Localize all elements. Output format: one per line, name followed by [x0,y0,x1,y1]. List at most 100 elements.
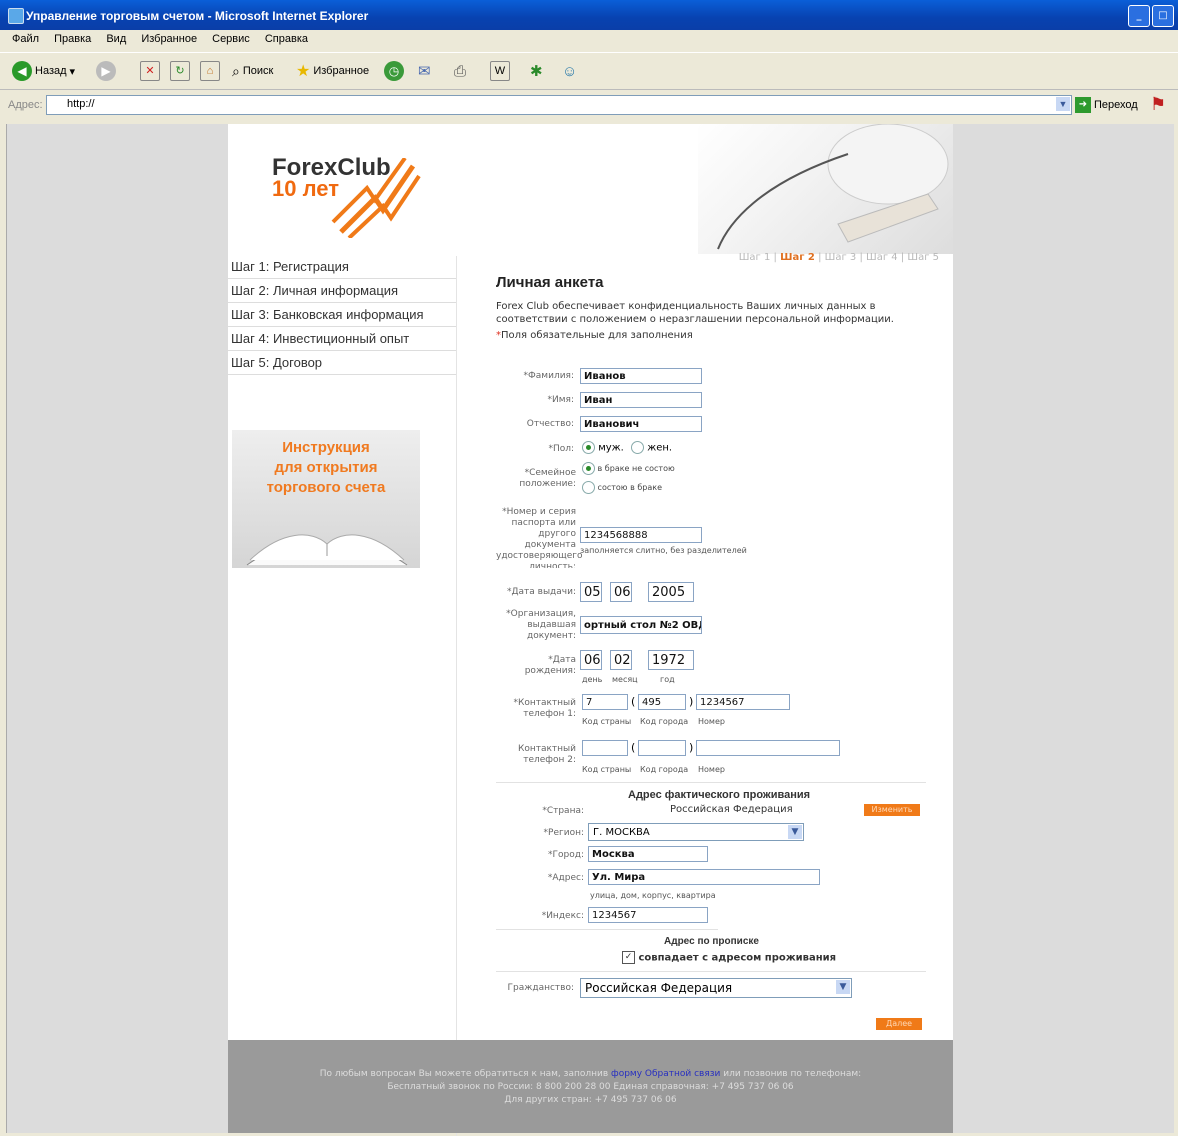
forward-button[interactable]: ▶ [96,59,116,83]
sex-male-radio[interactable] [582,441,595,454]
address-section-title: Адрес фактического проживания [628,789,811,801]
address-input[interactable]: http:// ▼ [46,95,1072,115]
street-label: *Адрес: [547,873,584,883]
citizenship-select[interactable]: Российская Федерация ▼ [580,978,852,998]
chevron-down-icon[interactable]: ▼ [836,980,850,994]
same-address-checkbox-row[interactable]: ✓ совпадает с адресом проживания [622,951,836,964]
sex-female-radio[interactable] [631,441,645,454]
menu-file[interactable]: Файл [12,33,39,45]
phone1-city-input[interactable]: 495 [638,694,686,710]
hint-month: месяц [612,675,638,684]
change-country-button[interactable]: Изменить [864,804,920,816]
nav-step-2[interactable]: Шаг 2: Личная информация [228,280,456,303]
phone2-country-input[interactable] [582,740,628,756]
lastname-label: *Фамилия: [523,371,574,381]
next-button[interactable]: Далее [876,1018,922,1030]
minimize-button[interactable]: _ [1128,5,1150,27]
refresh-button[interactable]: ↻ [170,59,190,83]
discuss-button[interactable]: ✱ [530,59,543,83]
menu-help[interactable]: Справка [265,33,308,45]
menu-tools[interactable]: Сервис [212,33,250,45]
page-title: Личная анкета [496,274,604,291]
marital-label-line-1: *Семейное [524,468,576,478]
chevron-down-icon[interactable]: ▼ [1056,97,1070,111]
menu-view[interactable]: Вид [106,33,126,45]
menu-bar: Файл Правка Вид Избранное Сервис Справка [0,30,1178,50]
section-divider [496,971,926,972]
issue-year-input[interactable]: 2005 [648,582,694,602]
edit-button[interactable]: W [490,59,510,83]
menu-favorites[interactable]: Избранное [141,33,197,45]
birth-month-input[interactable]: 02 [610,650,632,670]
printer-icon: ⎙ [454,62,467,80]
header-mouse-image [698,123,953,254]
checkbox-checked-icon[interactable]: ✓ [622,951,635,964]
street-input[interactable]: Ул. Мира [588,869,820,885]
instruction-line-3: торгового счета [266,479,386,496]
history-button[interactable]: ◷ [384,59,404,83]
marital-married-radio[interactable] [582,481,595,494]
lastname-input[interactable]: Иванов [580,368,702,384]
menu-edit[interactable]: Правка [54,33,91,45]
search-button[interactable]: ⌕ Поиск [232,59,273,83]
phone1-label-line-1: *Контактный [513,698,576,708]
phone2-city-input[interactable] [638,740,686,756]
column-divider [456,256,457,1136]
open-book-icon [246,534,408,566]
passport-label-line-4: документа [524,540,576,550]
go-button[interactable]: Переход [1094,99,1138,111]
patronymic-input[interactable]: Иванович [580,416,702,432]
phone1-number-input[interactable]: 1234567 [696,694,790,710]
feedback-link[interactable]: форму Обратной связи [611,1069,720,1079]
acrobat-icon[interactable]: ⚑ [1150,94,1166,115]
issue-day-input[interactable]: 05 [580,582,602,602]
marital-label-line-2: положение: [519,479,576,489]
marital-option-married[interactable]: состою в браке [582,481,662,494]
issue-month-input[interactable]: 06 [610,582,632,602]
city-input[interactable]: Москва [588,846,708,862]
nav-step-3[interactable]: Шаг 3: Банковская информация [228,304,456,327]
marital-single-radio[interactable] [582,462,595,475]
home-button[interactable]: ⌂ [200,59,220,83]
zip-input[interactable]: 1234567 [588,907,708,923]
zip-label: *Индекс: [541,911,584,921]
print-button[interactable]: ⎙ [454,59,466,83]
star-icon: ★ [296,63,311,80]
passport-input[interactable]: 1234568888 [580,527,702,543]
same-address-label: совпадает с адресом проживания [638,952,837,964]
phone1-label-line-2: телефон 1: [523,709,576,719]
footer-line-1: По любым вопросам Вы можете обратиться к… [228,1068,953,1080]
phone1-country-input[interactable]: 7 [582,694,628,710]
paren-close: ) [689,695,694,708]
back-button[interactable]: ◀ Назад ▾ [12,59,75,83]
step-1-link[interactable]: Шаг 1 [739,252,771,263]
chevron-down-icon[interactable]: ▼ [788,825,802,839]
step-4-link[interactable]: Шаг 4 [866,252,898,263]
mail-button[interactable]: ✉ [418,59,431,83]
issuer-input[interactable]: ортный стол №2 ОВД Цен [580,616,702,634]
nav-step-5[interactable]: Шаг 5: Договор [228,352,456,375]
maximize-button[interactable]: □ [1152,5,1174,27]
phone2-number-input[interactable] [696,740,840,756]
region-select[interactable]: Г. МОСКВА ▼ [588,823,804,841]
region-label: *Регион: [543,828,584,838]
street-hint: улица, дом, корпус, квартира [590,891,716,900]
go-arrow-icon[interactable]: ➜ [1075,97,1091,113]
instruction-text: Инструкция для открытия торгового счета [232,438,420,498]
nav-step-1[interactable]: Шаг 1: Регистрация [228,256,456,279]
birth-day-input[interactable]: 06 [580,650,602,670]
birth-year-input[interactable]: 1972 [648,650,694,670]
stop-button[interactable]: ✕ [140,59,160,83]
favorites-button[interactable]: ★ Избранное [296,59,369,83]
step-3-link[interactable]: Шаг 3 [825,252,857,263]
instruction-banner[interactable]: Инструкция для открытия торгового счета [232,430,420,568]
firstname-input[interactable]: Иван [580,392,702,408]
marital-option-single[interactable]: в браке не состою [582,462,675,475]
passport-hint: заполняется слитно, без разделителей [580,546,747,555]
chevron-down-icon: ▾ [69,65,76,78]
messenger-button[interactable]: ☺ [562,59,577,83]
nav-step-4[interactable]: Шаг 4: Инвестиционный опыт [228,328,456,351]
step-separator: | [773,252,777,263]
home-icon: ⌂ [200,61,220,81]
step-5-link[interactable]: Шаг 5 [907,252,939,263]
